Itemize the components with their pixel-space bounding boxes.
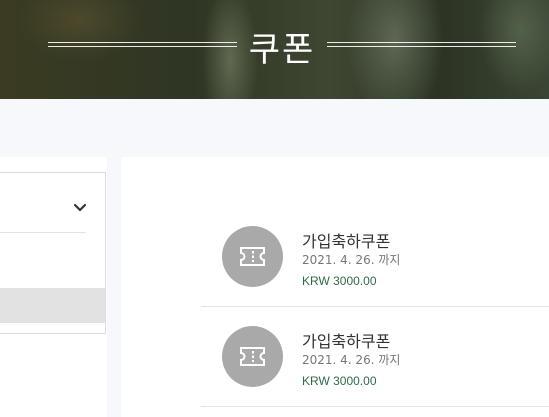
- coupon-expiry: 2021. 4. 26. 까지: [302, 353, 401, 367]
- ticket-icon: [222, 326, 283, 387]
- page-banner: 쿠폰: [0, 0, 549, 99]
- banner-line-right: [327, 42, 516, 47]
- coupon-item[interactable]: 가입축하쿠폰 2021. 4. 26. 까지 KRW 3000.00: [201, 207, 549, 307]
- coupon-name: 가입축하쿠폰: [302, 332, 391, 351]
- coupon-list-panel: 가입축하쿠폰 2021. 4. 26. 까지 KRW 3000.00 가입축하쿠…: [121, 157, 549, 417]
- coupon-name: 가입축하쿠폰: [302, 232, 391, 251]
- coupon-amount: KRW 3000.00: [302, 374, 377, 388]
- dropdown-selected-option[interactable]: [0, 288, 105, 323]
- chevron-down-icon[interactable]: [73, 201, 87, 215]
- page-title: 쿠폰: [248, 30, 316, 70]
- sidebar-panel: [0, 157, 107, 417]
- ticket-icon: [222, 226, 283, 287]
- coupon-expiry: 2021. 4. 26. 까지: [302, 253, 401, 267]
- coupon-amount: KRW 3000.00: [302, 274, 377, 288]
- dropdown-divider: [0, 232, 86, 233]
- coupon-item[interactable]: 가입축하쿠폰 2021. 4. 26. 까지 KRW 3000.00: [201, 307, 549, 407]
- banner-line-left: [48, 42, 237, 47]
- category-dropdown[interactable]: [0, 172, 106, 334]
